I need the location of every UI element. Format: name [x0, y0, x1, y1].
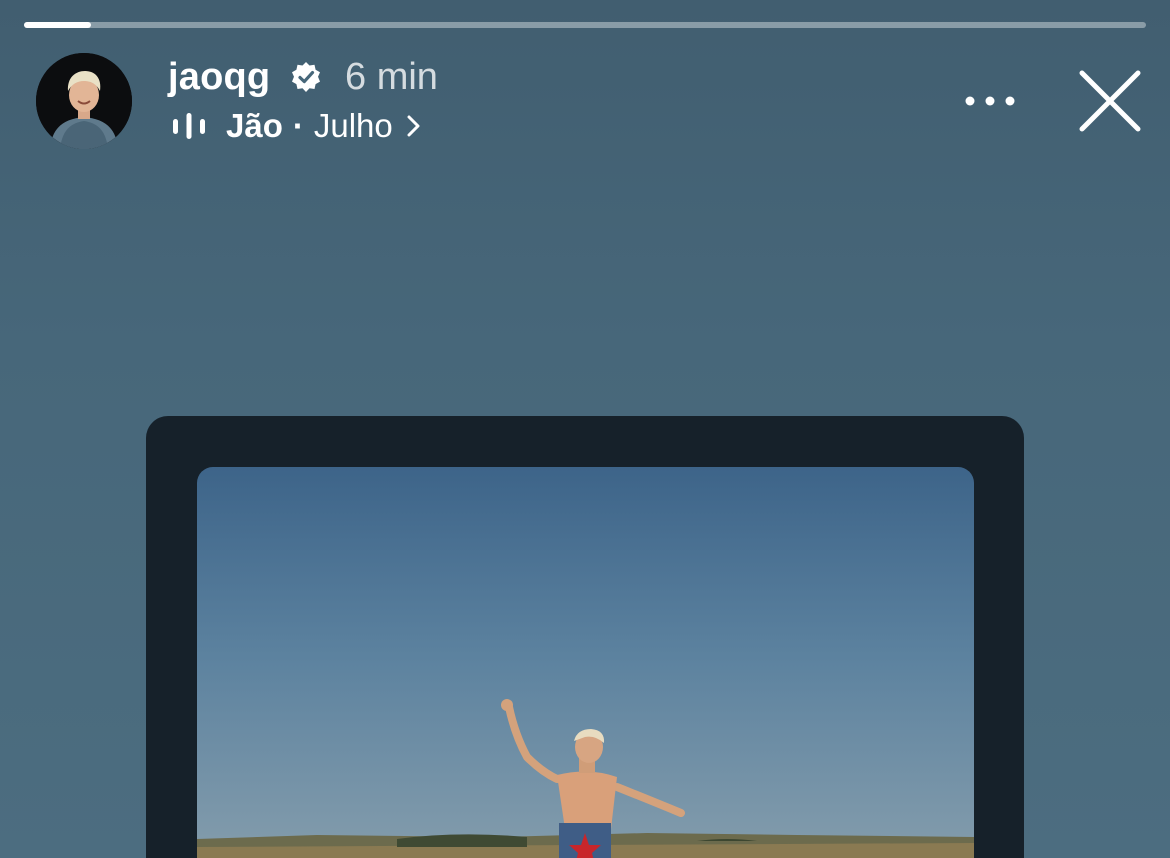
music-separator: ·	[292, 107, 304, 144]
more-options-button[interactable]	[960, 84, 1020, 118]
story-progress-bar	[24, 22, 1146, 28]
post-photo-image	[197, 467, 974, 858]
music-artist: Jão	[226, 107, 283, 144]
verified-badge-icon	[292, 62, 320, 92]
more-dots-icon	[965, 96, 1015, 106]
time-ago: 6 min	[345, 56, 438, 98]
post-photo[interactable]	[197, 467, 974, 858]
chevron-right-icon	[407, 115, 420, 137]
story-progress-fill	[24, 22, 92, 28]
close-button[interactable]	[1076, 68, 1144, 134]
music-link[interactable]: Jão · Julho	[172, 104, 423, 148]
avatar-image	[36, 53, 132, 149]
avatar[interactable]	[36, 53, 132, 149]
audio-bars-icon	[173, 113, 205, 139]
music-song: Julho	[313, 107, 393, 144]
close-icon	[1079, 70, 1141, 132]
username[interactable]: jaoqg	[168, 54, 270, 100]
